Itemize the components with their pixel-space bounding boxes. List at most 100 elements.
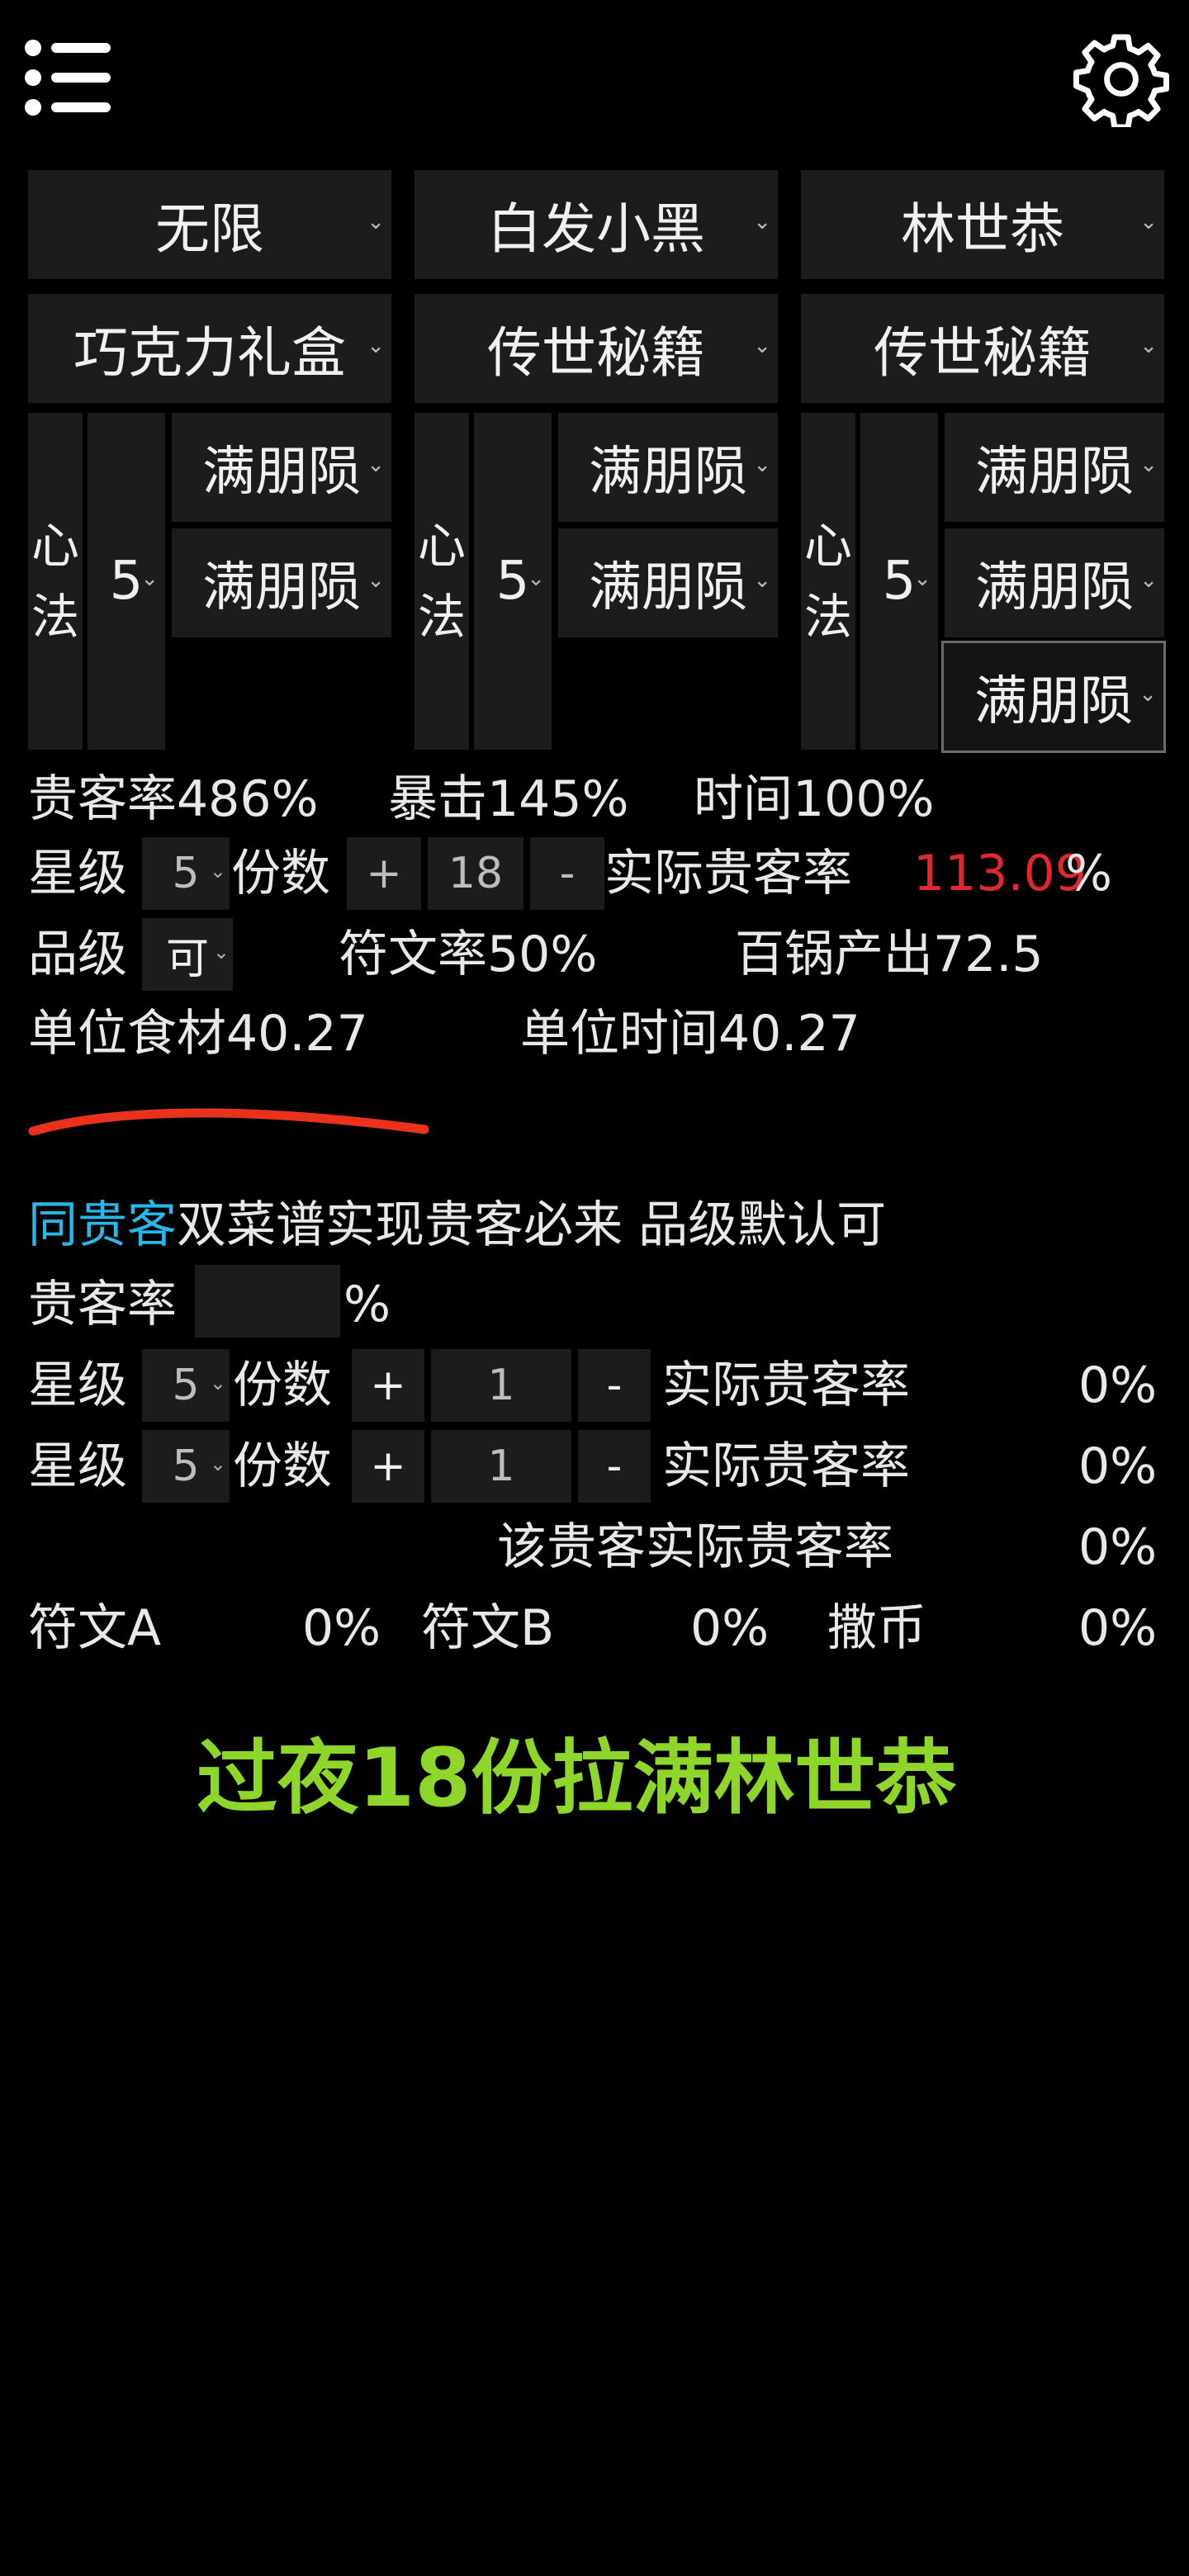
rune-b-label: 符文B — [421, 1599, 555, 1657]
chef-select-value: 无限 — [155, 197, 264, 261]
coin-value: 0% — [1078, 1599, 1158, 1657]
skill-select-2-1[interactable]: 满朋陨 ⌄ — [558, 413, 778, 522]
chevron-down-icon: ⌄ — [1139, 682, 1157, 707]
skill-value: 满朋陨 — [589, 442, 747, 503]
item-select-value: 传世秘籍 — [487, 321, 705, 385]
chevron-down-icon: ⌄ — [1139, 210, 1158, 234]
row2-minus-button[interactable]: - — [578, 1430, 651, 1503]
chef-select-value: 白发小黑 — [487, 197, 705, 261]
skill-type-text: 心法 — [31, 518, 79, 645]
row1-star-select[interactable]: 5 ⌄ — [142, 1349, 230, 1422]
chevron-down-icon: ⌄ — [367, 452, 385, 477]
chevron-down-icon: ⌄ — [367, 568, 385, 593]
red-underline-annotation — [28, 1108, 429, 1136]
skill-type-text: 心法 — [803, 518, 852, 645]
chef-select-value: 林世恭 — [901, 197, 1064, 261]
chef-select-3[interactable]: 林世恭 ⌄ — [801, 170, 1164, 279]
skill-select-3-3[interactable]: 满朋陨 ⌄ — [941, 641, 1166, 753]
skill-value: 满朋陨 — [202, 557, 361, 618]
skill-level-value: 5 — [109, 551, 144, 612]
row1-star-label: 星级 — [28, 1357, 127, 1414]
chevron-down-icon: ⌄ — [527, 566, 545, 591]
portion-input[interactable]: 18 — [428, 837, 523, 910]
skill-select-1-2[interactable]: 满朋陨 ⌄ — [172, 528, 391, 637]
time-stat: 时间100% — [694, 770, 935, 828]
skill-select-3-2[interactable]: 满朋陨 ⌄ — [945, 528, 1164, 637]
item-select-1[interactable]: 巧克力礼盒 ⌄ — [28, 294, 391, 403]
item-select-value: 传世秘籍 — [874, 321, 1092, 385]
guest-rate-stat: 贵客率486% — [28, 770, 319, 828]
row1-portion-label: 份数 — [233, 1357, 332, 1414]
same-guest-highlight: 同贵客 — [28, 1196, 177, 1254]
star-value: 5 — [172, 1361, 200, 1410]
unit-food-stat: 单位食材40.27 — [28, 1005, 368, 1063]
chevron-down-icon: ⌄ — [140, 566, 159, 591]
chevron-down-icon: ⌄ — [753, 568, 771, 593]
skill-level-select-1[interactable]: 5 ⌄ — [88, 413, 165, 750]
skill-level-value: 5 — [495, 551, 530, 612]
pot-output-stat: 百锅产出72.5 — [735, 926, 1044, 983]
chevron-down-icon: ⌄ — [209, 1452, 226, 1476]
skill-value: 满朋陨 — [589, 557, 747, 618]
row1-minus-button[interactable]: - — [578, 1349, 651, 1422]
same-guest-rate-input[interactable] — [195, 1265, 340, 1338]
chevron-down-icon: ⌄ — [1139, 452, 1158, 477]
chevron-down-icon: ⌄ — [753, 334, 771, 358]
row2-portion-input[interactable]: 1 — [431, 1430, 571, 1503]
guest-actual-value: 0% — [1078, 1518, 1158, 1576]
same-guest-title: 同贵客双菜谱实现贵客必来 品级默认可 — [28, 1192, 886, 1258]
rune-rate-stat: 符文率50% — [339, 926, 598, 983]
row2-actual-value: 0% — [1078, 1437, 1158, 1495]
star-select[interactable]: 5 ⌄ — [142, 837, 230, 910]
grade-value: 可 — [165, 934, 209, 984]
row2-plus-button[interactable]: + — [352, 1430, 424, 1503]
gear-icon[interactable] — [1073, 31, 1169, 127]
crit-stat: 暴击145% — [388, 770, 629, 828]
coin-label: 撒币 — [827, 1599, 926, 1657]
chevron-down-icon: ⌄ — [1139, 568, 1158, 593]
chevron-down-icon: ⌄ — [1139, 334, 1158, 358]
chef-select-1[interactable]: 无限 ⌄ — [28, 170, 391, 279]
rune-b-value: 0% — [690, 1599, 770, 1657]
row1-plus-button[interactable]: + — [352, 1349, 424, 1422]
same-guest-rate-percent: % — [343, 1276, 391, 1333]
skill-type-label-2: 心法 — [414, 413, 469, 750]
skill-select-2-2[interactable]: 满朋陨 ⌄ — [558, 528, 778, 637]
star-value: 5 — [172, 849, 200, 898]
item-select-value: 巧克力礼盒 — [73, 321, 346, 385]
grade-label: 品级 — [28, 926, 127, 983]
grade-select[interactable]: 可 ⌄ — [142, 918, 233, 991]
row2-star-select[interactable]: 5 ⌄ — [142, 1430, 230, 1503]
skill-type-label-1: 心法 — [28, 413, 83, 750]
row2-star-label: 星级 — [28, 1437, 127, 1495]
menu-icon[interactable] — [23, 36, 114, 119]
skill-select-1-1[interactable]: 满朋陨 ⌄ — [172, 413, 391, 522]
item-select-2[interactable]: 传世秘籍 ⌄ — [414, 294, 778, 403]
row1-portion-input[interactable]: 1 — [431, 1349, 571, 1422]
portion-plus-button[interactable]: + — [347, 837, 421, 910]
unit-time-stat: 单位时间40.27 — [520, 1005, 860, 1063]
chevron-down-icon: ⌄ — [209, 859, 226, 883]
skill-value: 满朋陨 — [975, 557, 1134, 618]
row2-actual-label: 实际贵客率 — [662, 1437, 910, 1495]
skill-level-select-2[interactable]: 5 ⌄ — [474, 413, 552, 750]
skill-level-value: 5 — [882, 551, 917, 612]
skill-value: 满朋陨 — [975, 442, 1134, 503]
row1-actual-label: 实际贵客率 — [662, 1357, 910, 1414]
skill-type-label-3: 心法 — [801, 413, 855, 750]
chevron-down-icon: ⌄ — [212, 940, 230, 964]
rune-a-value: 0% — [302, 1599, 381, 1657]
skill-value: 满朋陨 — [202, 442, 361, 503]
chef-select-2[interactable]: 白发小黑 ⌄ — [414, 170, 778, 279]
chevron-down-icon: ⌄ — [753, 210, 771, 234]
chevron-down-icon: ⌄ — [367, 334, 385, 358]
skill-level-select-3[interactable]: 5 ⌄ — [860, 413, 938, 750]
skill-type-text: 心法 — [417, 518, 466, 645]
row1-actual-value: 0% — [1078, 1357, 1158, 1414]
skill-select-3-1[interactable]: 满朋陨 ⌄ — [945, 413, 1164, 522]
star-value: 5 — [172, 1442, 200, 1491]
portion-minus-button[interactable]: - — [530, 837, 604, 910]
same-guest-description: 双菜谱实现贵客必来 品级默认可 — [177, 1196, 887, 1254]
item-select-3[interactable]: 传世秘籍 ⌄ — [801, 294, 1164, 403]
chevron-down-icon: ⌄ — [913, 566, 931, 591]
